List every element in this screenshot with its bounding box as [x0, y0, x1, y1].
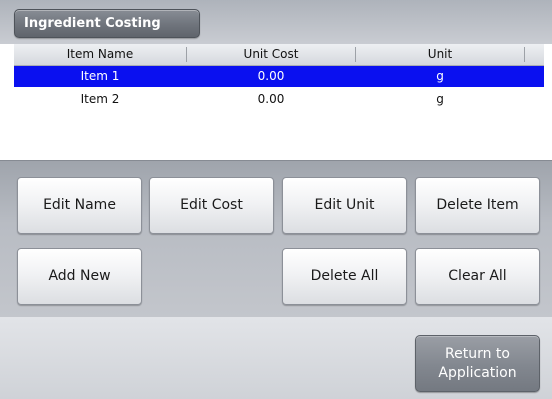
ingredient-table: Item Name Unit Cost Unit Item 1 0.00 g I… [14, 44, 544, 160]
table-row-item-1[interactable]: Item 1 0.00 g [14, 66, 544, 87]
item-name-cell: Item 1 [80, 69, 120, 83]
delete-item-button[interactable]: Delete Item [415, 177, 540, 234]
edit-name-button[interactable]: Edit Name [17, 177, 142, 234]
return-to-application-button[interactable]: Return to Application [415, 335, 540, 392]
table-header: Item Name Unit Cost Unit [14, 44, 544, 66]
unit-cell: g [436, 92, 444, 106]
header-bar: Ingredient Costing [0, 0, 552, 44]
column-header-unit-cost: Unit Cost [243, 47, 299, 61]
return-button-label-line1: Return to [445, 345, 510, 362]
column-header-item-name: Item Name [66, 47, 134, 61]
table-row-item-2[interactable]: Item 2 0.00 g [14, 89, 544, 110]
unit-cost-cell: 0.00 [257, 92, 285, 106]
clear-all-button[interactable]: Clear All [415, 248, 540, 305]
delete-all-button[interactable]: Delete All [282, 248, 407, 305]
edit-unit-button[interactable]: Edit Unit [282, 177, 407, 234]
column-header-unit: Unit [427, 47, 453, 61]
return-button-label-line2: Application [438, 364, 517, 381]
item-name-cell: Item 2 [80, 92, 120, 106]
unit-cell: g [436, 69, 444, 83]
edit-cost-button[interactable]: Edit Cost [149, 177, 274, 234]
column-divider [524, 47, 525, 62]
page-title: Ingredient Costing [14, 9, 200, 38]
add-new-button[interactable]: Add New [17, 248, 142, 305]
ingredient-costing-screen: Ingredient Costing Item Name Unit Cost U… [0, 0, 552, 399]
unit-cost-cell: 0.00 [257, 69, 285, 83]
action-panel: Edit Name Edit Cost Edit Unit Delete Ite… [0, 160, 552, 318]
footer-bar: Return to Application [0, 317, 552, 399]
